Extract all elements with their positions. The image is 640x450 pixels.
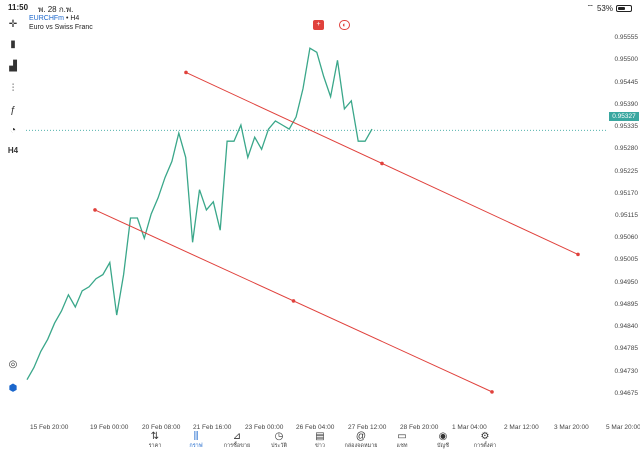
channel-anchor-point	[291, 299, 296, 303]
price-tick-label: 0.95555	[614, 34, 639, 42]
mailbox-icon: @	[355, 431, 367, 442]
time-tick-label: 19 Feb 00:00	[90, 424, 129, 431]
nav-item-label: การตั้งค่า	[473, 443, 497, 449]
nav-item-settings[interactable]: ⚙ การตั้งค่า	[465, 432, 505, 450]
time-tick-label: 27 Feb 12:00	[348, 424, 387, 431]
nav-item-accounts[interactable]: ◉ บัญชี	[423, 432, 463, 450]
time-tick-label: 26 Feb 04:00	[296, 424, 335, 431]
settings-icon: ⚙	[480, 431, 490, 442]
price-tick-label: 0.95060	[614, 234, 639, 242]
channel-anchor-point	[380, 161, 384, 166]
channel-anchor-point	[93, 208, 97, 212]
price-tick-label: 0.95115	[614, 212, 638, 219]
nav-item-label: แชท	[396, 443, 408, 449]
price-tick-label: 0.94675	[614, 389, 639, 397]
bottom-nav: ⇅ ราคา ⫼ กราฟ ⊿ การซื้อขาย ◷ ประวัติ ▤ ข่าว @ กล่อง…	[0, 432, 640, 450]
price-chart[interactable]	[0, 0, 640, 432]
time-tick-label: 2 Mar 12:00	[504, 424, 539, 431]
price-tick-label: 0.95335	[614, 123, 639, 131]
nav-item-quotes[interactable]: ⇅ ราคา	[135, 432, 175, 450]
price-tick-label: 0.94895	[614, 300, 639, 308]
price-tick-label: 0.94730	[614, 367, 639, 375]
nav-item-label: การซื้อขาย	[223, 443, 251, 449]
trade-icon: ⊿	[232, 431, 242, 442]
news-icon: ▤	[315, 431, 325, 442]
quotes-icon: ⇅	[150, 431, 160, 442]
nav-item-label: ประวัติ	[270, 443, 288, 449]
nav-item-news[interactable]: ▤ ข่าว	[300, 432, 340, 450]
nav-item-trade[interactable]: ⊿ การซื้อขาย	[217, 432, 257, 450]
time-tick-label: 1 Mar 04:00	[452, 424, 487, 431]
price-series-line	[26, 47, 373, 381]
nav-item-chart[interactable]: ⫼ กราฟ	[176, 432, 216, 450]
time-tick-label: 5 Mar 20:00	[606, 424, 640, 431]
channel-anchor-point	[490, 390, 494, 394]
nav-item-label: กราฟ	[189, 443, 203, 449]
nav-item-chat[interactable]: ▭ แชท	[382, 432, 422, 450]
channel-anchor-point	[576, 252, 580, 257]
price-tick-label: 0.95280	[614, 145, 639, 153]
nav-item-mailbox[interactable]: @ กล่องจดหมาย	[341, 432, 381, 450]
price-tick-label: 0.95170	[614, 189, 639, 197]
nav-item-label: ราคา	[148, 443, 162, 449]
price-tick-label: 0.94950	[614, 278, 639, 286]
nav-item-label: กล่องจดหมาย	[344, 443, 378, 449]
time-tick-label: 20 Feb 08:00	[142, 424, 181, 431]
chat-icon: ▭	[397, 431, 407, 442]
time-tick-label: 28 Feb 20:00	[400, 424, 439, 431]
time-tick-label: 21 Feb 16:00	[193, 424, 232, 431]
current-price-tag: 0.95327	[609, 112, 639, 121]
nav-item-label: บัญชี	[437, 443, 449, 449]
nav-item-label: ข่าว	[315, 443, 325, 449]
time-tick-label: 23 Feb 00:00	[245, 424, 284, 431]
price-tick-label: 0.95225	[614, 167, 639, 175]
time-tick-label: 15 Feb 20:00	[30, 424, 69, 431]
price-tick-label: 0.95445	[614, 78, 639, 86]
nav-item-history[interactable]: ◷ ประวัติ	[259, 432, 299, 450]
price-tick-label: 0.94840	[614, 323, 639, 331]
accounts-icon: ◉	[438, 431, 448, 442]
channel-anchor-point	[184, 70, 188, 75]
price-tick-label: 0.95005	[614, 256, 639, 264]
price-tick-label: 0.95390	[614, 100, 639, 108]
chart-icon: ⫼	[193, 431, 199, 442]
price-tick-label: 0.94785	[614, 345, 639, 353]
price-tick-label: 0.95500	[614, 56, 639, 64]
time-tick-label: 3 Mar 20:00	[554, 424, 589, 431]
history-icon: ◷	[274, 431, 284, 442]
